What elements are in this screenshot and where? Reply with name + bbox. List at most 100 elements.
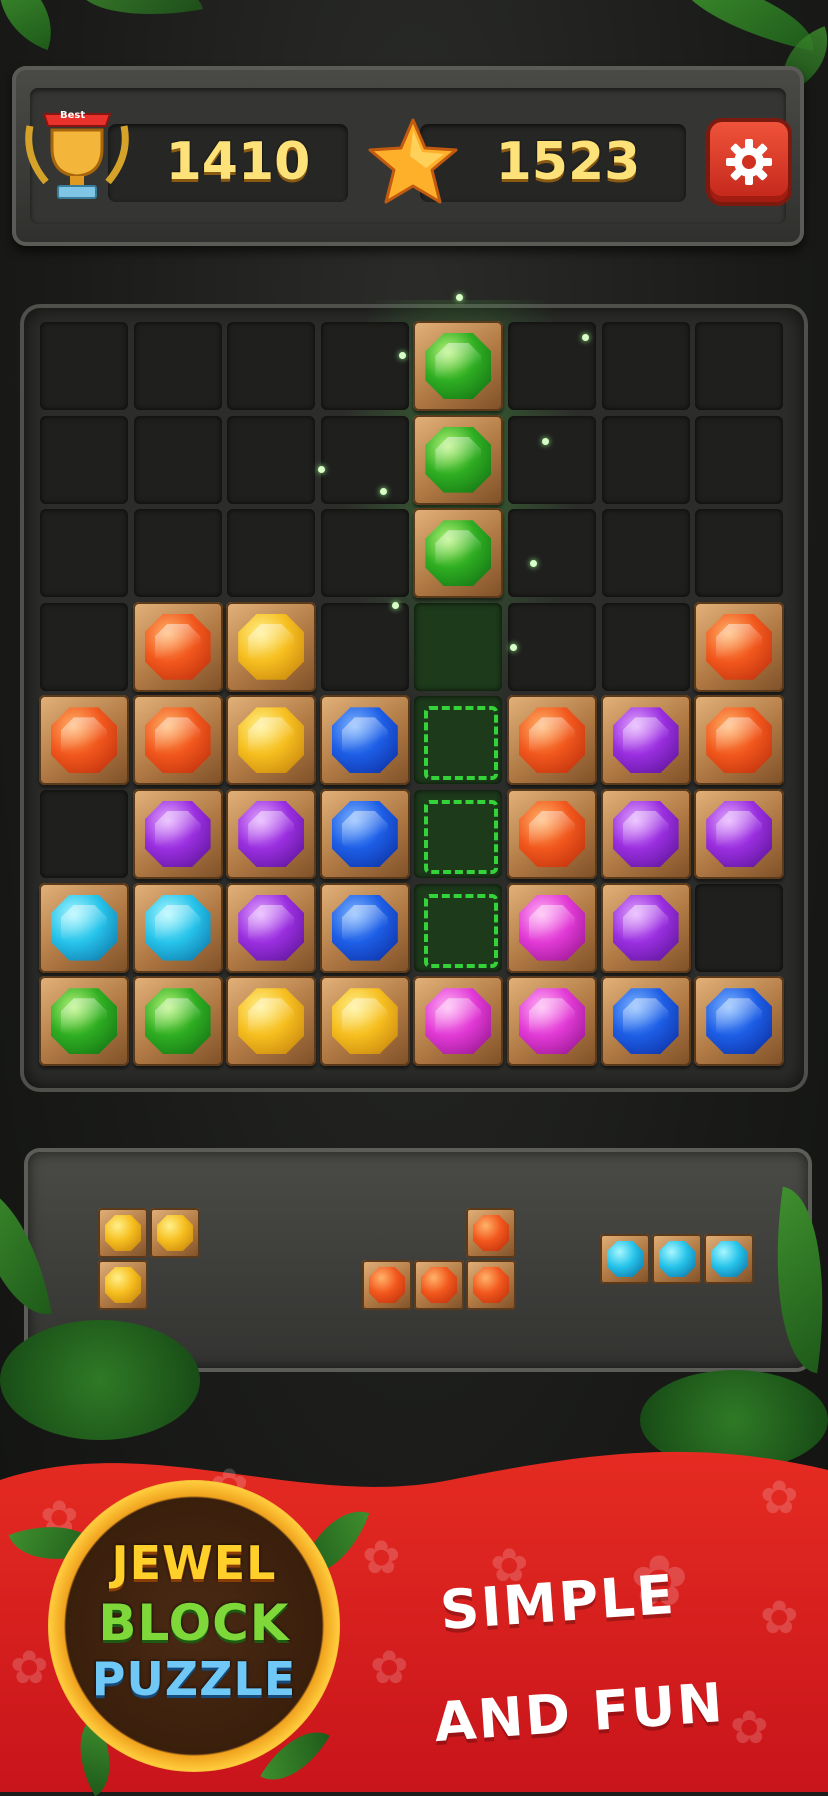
board-cell[interactable] bbox=[227, 322, 316, 410]
jewel-facet bbox=[154, 717, 201, 764]
tray-jewel-block[interactable] bbox=[362, 1260, 412, 1310]
board-cell[interactable] bbox=[601, 602, 690, 691]
drop-target-outline bbox=[424, 800, 499, 874]
board-cell[interactable] bbox=[320, 415, 409, 504]
trophy-icon: Best bbox=[22, 96, 132, 204]
sparkle bbox=[392, 602, 399, 609]
board-jewel-block bbox=[694, 789, 785, 879]
tray-jewel-block[interactable] bbox=[600, 1234, 650, 1284]
star-icon bbox=[366, 116, 460, 208]
board-jewel-block bbox=[132, 976, 223, 1067]
jewel-facet bbox=[248, 904, 295, 951]
board-cell[interactable] bbox=[695, 322, 784, 410]
board-jewel-block bbox=[600, 789, 691, 879]
board-cell[interactable] bbox=[40, 322, 128, 410]
board-cell[interactable] bbox=[320, 509, 409, 598]
board-jewel-block bbox=[319, 789, 410, 879]
jewel-facet bbox=[529, 904, 575, 951]
sparkle bbox=[542, 438, 549, 445]
sparkle bbox=[530, 560, 537, 567]
board-cell[interactable] bbox=[695, 415, 784, 504]
logo-line-jewel: JEWEL bbox=[111, 1536, 277, 1590]
board-cell[interactable] bbox=[601, 415, 690, 504]
jewel-facet bbox=[435, 998, 482, 1045]
board-jewel-block bbox=[132, 601, 223, 692]
board-cell[interactable] bbox=[695, 509, 784, 598]
board-cell[interactable] bbox=[414, 602, 503, 691]
jewel-facet bbox=[248, 811, 295, 857]
board-cell[interactable] bbox=[40, 509, 128, 598]
board-jewel-block bbox=[132, 695, 223, 786]
jewel-facet bbox=[341, 998, 388, 1045]
board-jewel-block bbox=[39, 695, 129, 786]
jewel-facet bbox=[435, 530, 482, 577]
board-jewel-block bbox=[39, 976, 129, 1067]
board-cell[interactable] bbox=[133, 415, 222, 504]
jewel-facet bbox=[622, 904, 669, 951]
tray-jewel-block[interactable] bbox=[98, 1208, 148, 1258]
board-jewel-block bbox=[226, 789, 317, 879]
jewel-facet bbox=[435, 436, 482, 483]
board-cell[interactable] bbox=[320, 602, 409, 691]
sparkle bbox=[380, 488, 387, 495]
tray-jewel-block[interactable] bbox=[704, 1234, 754, 1284]
cyan-jewel-icon bbox=[659, 1241, 695, 1277]
cyan-jewel-icon bbox=[607, 1241, 643, 1277]
jewel-facet bbox=[529, 998, 575, 1045]
board-cell[interactable] bbox=[40, 415, 128, 504]
sparkle bbox=[399, 352, 406, 359]
board-cell[interactable] bbox=[133, 322, 222, 410]
board-cell[interactable] bbox=[508, 415, 596, 504]
board-jewel-block bbox=[507, 976, 597, 1067]
flower-decoration: ✿ bbox=[760, 1470, 799, 1524]
jewel-facet bbox=[341, 904, 388, 951]
jewel-facet bbox=[341, 717, 388, 764]
board-cell[interactable] bbox=[40, 790, 128, 878]
jewel-facet bbox=[529, 717, 575, 764]
bottom-left-bush bbox=[0, 1320, 200, 1440]
board-cell[interactable] bbox=[40, 602, 128, 691]
board-cell[interactable] bbox=[601, 322, 690, 410]
board-jewel-block bbox=[226, 601, 317, 692]
jewel-facet bbox=[435, 343, 482, 389]
sparkle bbox=[582, 334, 589, 341]
board-jewel-block bbox=[226, 695, 317, 786]
tray-jewel-block[interactable] bbox=[652, 1234, 702, 1284]
board-jewel-block bbox=[319, 976, 410, 1067]
board-cell[interactable] bbox=[320, 322, 409, 410]
tray-jewel-block[interactable] bbox=[466, 1208, 516, 1258]
jewel-facet bbox=[61, 904, 107, 951]
flower-decoration: ✿ bbox=[10, 1640, 49, 1694]
orange-jewel-icon bbox=[473, 1267, 509, 1303]
board-cell[interactable] bbox=[133, 509, 222, 598]
tray-jewel-block[interactable] bbox=[98, 1260, 148, 1310]
sparkle bbox=[510, 644, 517, 651]
board-cell[interactable] bbox=[227, 509, 316, 598]
board-cell[interactable] bbox=[695, 883, 784, 972]
tray-jewel-block[interactable] bbox=[466, 1260, 516, 1310]
board-jewel-block bbox=[132, 882, 223, 973]
jewel-facet bbox=[622, 717, 669, 764]
board-jewel-block bbox=[226, 976, 317, 1067]
dragging-jewel-block bbox=[413, 321, 504, 411]
board-cell[interactable] bbox=[601, 509, 690, 598]
flower-decoration: ✿ bbox=[362, 1530, 401, 1584]
tray-jewel-block[interactable] bbox=[414, 1260, 464, 1310]
board-cell[interactable] bbox=[508, 602, 596, 691]
best-score-value: 1410 bbox=[165, 132, 311, 192]
dragging-jewel-block bbox=[413, 414, 504, 505]
board-jewel-block bbox=[507, 789, 597, 879]
board-jewel-block bbox=[694, 601, 785, 692]
board-jewel-block bbox=[507, 882, 597, 973]
board-cell[interactable] bbox=[508, 509, 596, 598]
yellow-jewel-icon bbox=[157, 1215, 193, 1251]
board-cell[interactable] bbox=[227, 415, 316, 504]
settings-button[interactable] bbox=[710, 122, 788, 202]
flower-decoration: ✿ bbox=[370, 1640, 409, 1694]
jewel-facet bbox=[716, 717, 763, 764]
tray-jewel-block[interactable] bbox=[150, 1208, 200, 1258]
board-jewel-block bbox=[413, 976, 504, 1067]
jewel-facet bbox=[154, 998, 201, 1045]
jewel-facet bbox=[622, 811, 669, 857]
board-jewel-block bbox=[319, 695, 410, 786]
